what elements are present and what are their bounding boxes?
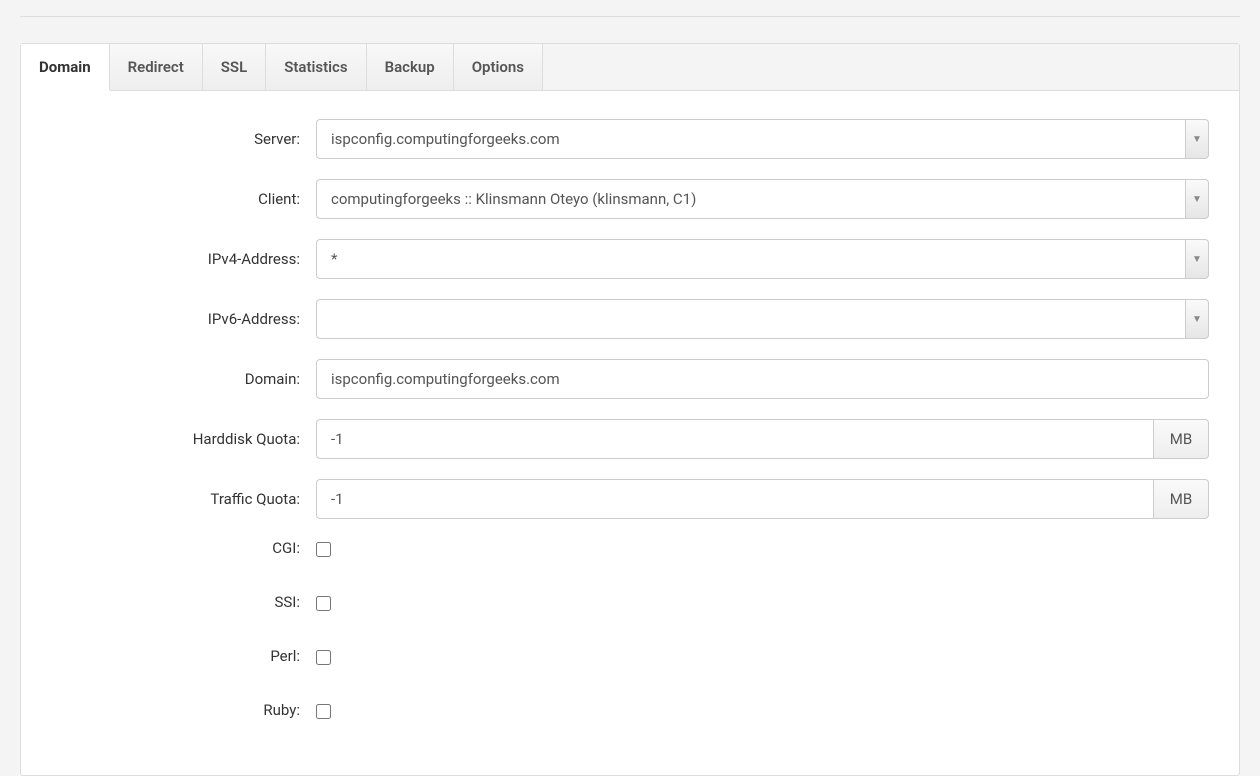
row-ssi: SSI: <box>51 593 1209 611</box>
form-area: Server: ispconfig.computingforgeeks.com … <box>21 91 1239 775</box>
chevron-down-icon: ▼ <box>1185 239 1209 279</box>
tab-container: Domain Redirect SSL Statistics Backup Op… <box>20 43 1240 776</box>
label-ruby: Ruby: <box>51 701 316 719</box>
label-hdquota: Harddisk Quota: <box>51 430 316 448</box>
top-divider <box>20 16 1240 17</box>
row-trafficquota: Traffic Quota: MB <box>51 479 1209 519</box>
tab-redirect[interactable]: Redirect <box>110 44 203 90</box>
row-ipv6: IPv6-Address: ▼ <box>51 299 1209 339</box>
tab-options[interactable]: Options <box>454 44 543 90</box>
tab-backup[interactable]: Backup <box>367 44 454 90</box>
tab-ssl[interactable]: SSL <box>203 44 266 90</box>
row-server: Server: ispconfig.computingforgeeks.com … <box>51 119 1209 159</box>
row-cgi: CGI: <box>51 539 1209 557</box>
label-perl: Perl: <box>51 647 316 665</box>
label-server: Server: <box>51 130 316 148</box>
tabs: Domain Redirect SSL Statistics Backup Op… <box>21 44 1239 91</box>
client-select[interactable]: computingforgeeks :: Klinsmann Oteyo (kl… <box>316 179 1209 219</box>
chevron-down-icon: ▼ <box>1185 179 1209 219</box>
label-domain: Domain: <box>51 370 316 388</box>
domain-input[interactable] <box>316 359 1209 399</box>
server-select[interactable]: ispconfig.computingforgeeks.com ▼ <box>316 119 1209 159</box>
label-ssi: SSI: <box>51 593 316 611</box>
label-trafficquota: Traffic Quota: <box>51 490 316 508</box>
trafficquota-unit: MB <box>1153 479 1209 519</box>
ipv6-select[interactable]: ▼ <box>316 299 1209 339</box>
server-select-value: ispconfig.computingforgeeks.com <box>316 119 1185 159</box>
hdquota-input[interactable] <box>316 419 1153 459</box>
label-ipv4: IPv4-Address: <box>51 250 316 268</box>
chevron-down-icon: ▼ <box>1185 299 1209 339</box>
ipv4-select-value: * <box>316 239 1185 279</box>
label-cgi: CGI: <box>51 539 316 557</box>
label-client: Client: <box>51 190 316 208</box>
row-client: Client: computingforgeeks :: Klinsmann O… <box>51 179 1209 219</box>
ipv4-select[interactable]: * ▼ <box>316 239 1209 279</box>
label-ipv6: IPv6-Address: <box>51 310 316 328</box>
row-perl: Perl: <box>51 647 1209 665</box>
ipv6-select-value <box>316 299 1185 339</box>
chevron-down-icon: ▼ <box>1185 119 1209 159</box>
perl-checkbox[interactable] <box>316 650 331 665</box>
tab-statistics[interactable]: Statistics <box>266 44 366 90</box>
cgi-checkbox[interactable] <box>316 542 331 557</box>
row-domain: Domain: <box>51 359 1209 399</box>
row-ruby: Ruby: <box>51 701 1209 719</box>
row-hdquota: Harddisk Quota: MB <box>51 419 1209 459</box>
tab-domain[interactable]: Domain <box>21 44 110 91</box>
client-select-value: computingforgeeks :: Klinsmann Oteyo (kl… <box>316 179 1185 219</box>
trafficquota-input[interactable] <box>316 479 1153 519</box>
ssi-checkbox[interactable] <box>316 596 331 611</box>
hdquota-unit: MB <box>1153 419 1209 459</box>
row-ipv4: IPv4-Address: * ▼ <box>51 239 1209 279</box>
ruby-checkbox[interactable] <box>316 704 331 719</box>
